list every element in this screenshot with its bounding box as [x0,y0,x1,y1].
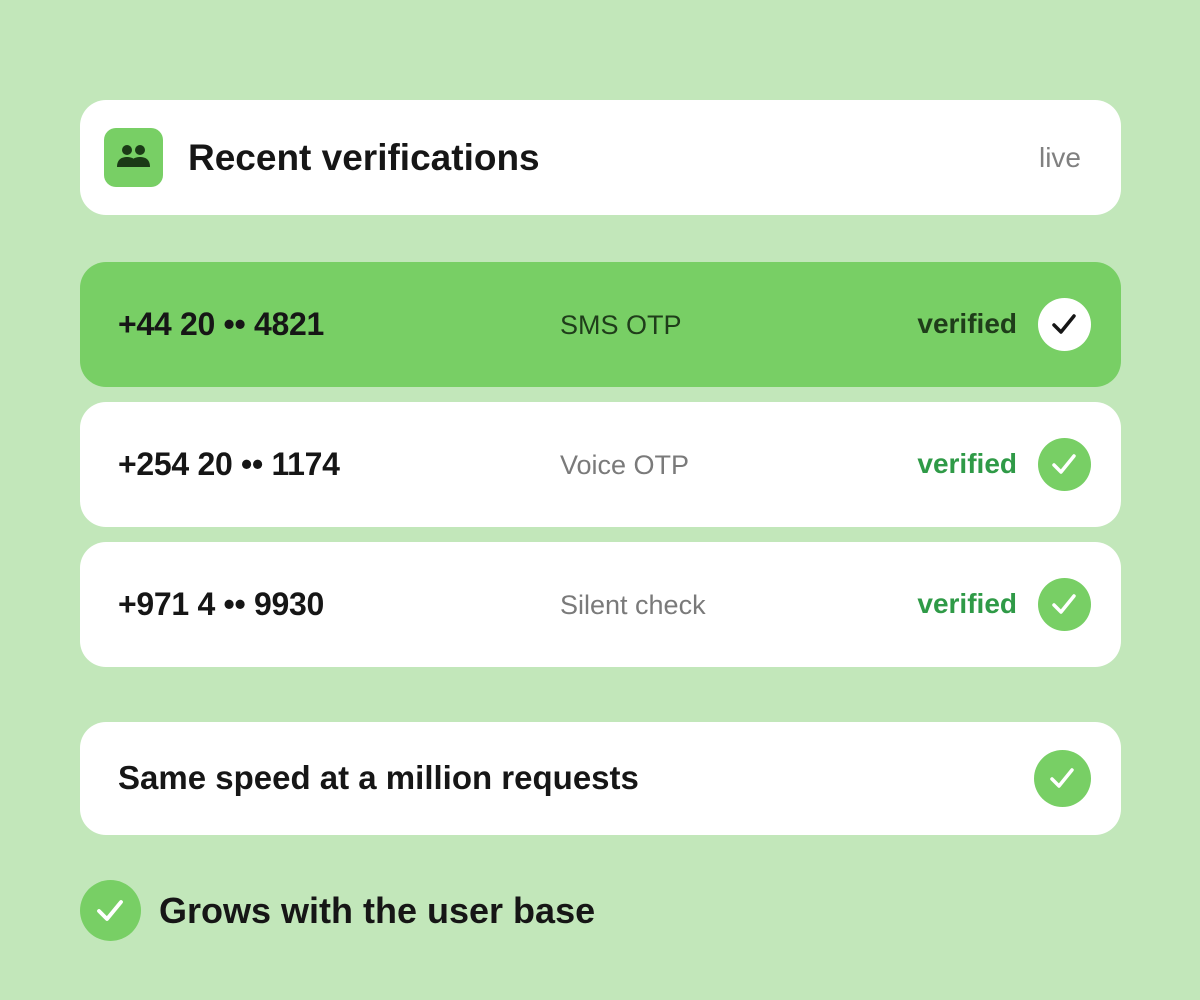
verification-status: verified [917,448,1017,479]
page-title: Recent verifications [188,137,540,178]
verification-method: Voice OTP [560,450,690,480]
phone-number: +971 4 •• 9930 [118,586,324,622]
checkmark-icon [1038,438,1091,491]
checkmark-icon [80,880,141,941]
feature-card: Same speed at a million requests [80,722,1121,835]
phone-number: +254 20 •• 1174 [118,446,340,482]
checkmark-icon [1034,750,1091,807]
verification-status: verified [917,588,1017,619]
users-icon [104,128,163,187]
verification-method: SMS OTP [560,310,682,340]
verification-status: verified [917,308,1017,339]
phone-number: +44 20 •• 4821 [118,306,324,342]
live-status: live [1038,142,1081,173]
verification-method: Silent check [560,590,706,620]
bottom-feature-text: Grows with the user base [159,890,596,931]
checkmark-icon [1038,578,1091,631]
checkmark-icon [1038,298,1091,351]
verification-row[interactable]: +254 20 •• 1174 Voice OTP verified [80,402,1121,527]
verification-row[interactable]: +971 4 •• 9930 Silent check verified [80,542,1121,667]
header-card: Recent verifications live [80,100,1121,215]
feature-text: Same speed at a million requests [118,759,639,796]
verification-row[interactable]: +44 20 •• 4821 SMS OTP verified [80,262,1121,387]
